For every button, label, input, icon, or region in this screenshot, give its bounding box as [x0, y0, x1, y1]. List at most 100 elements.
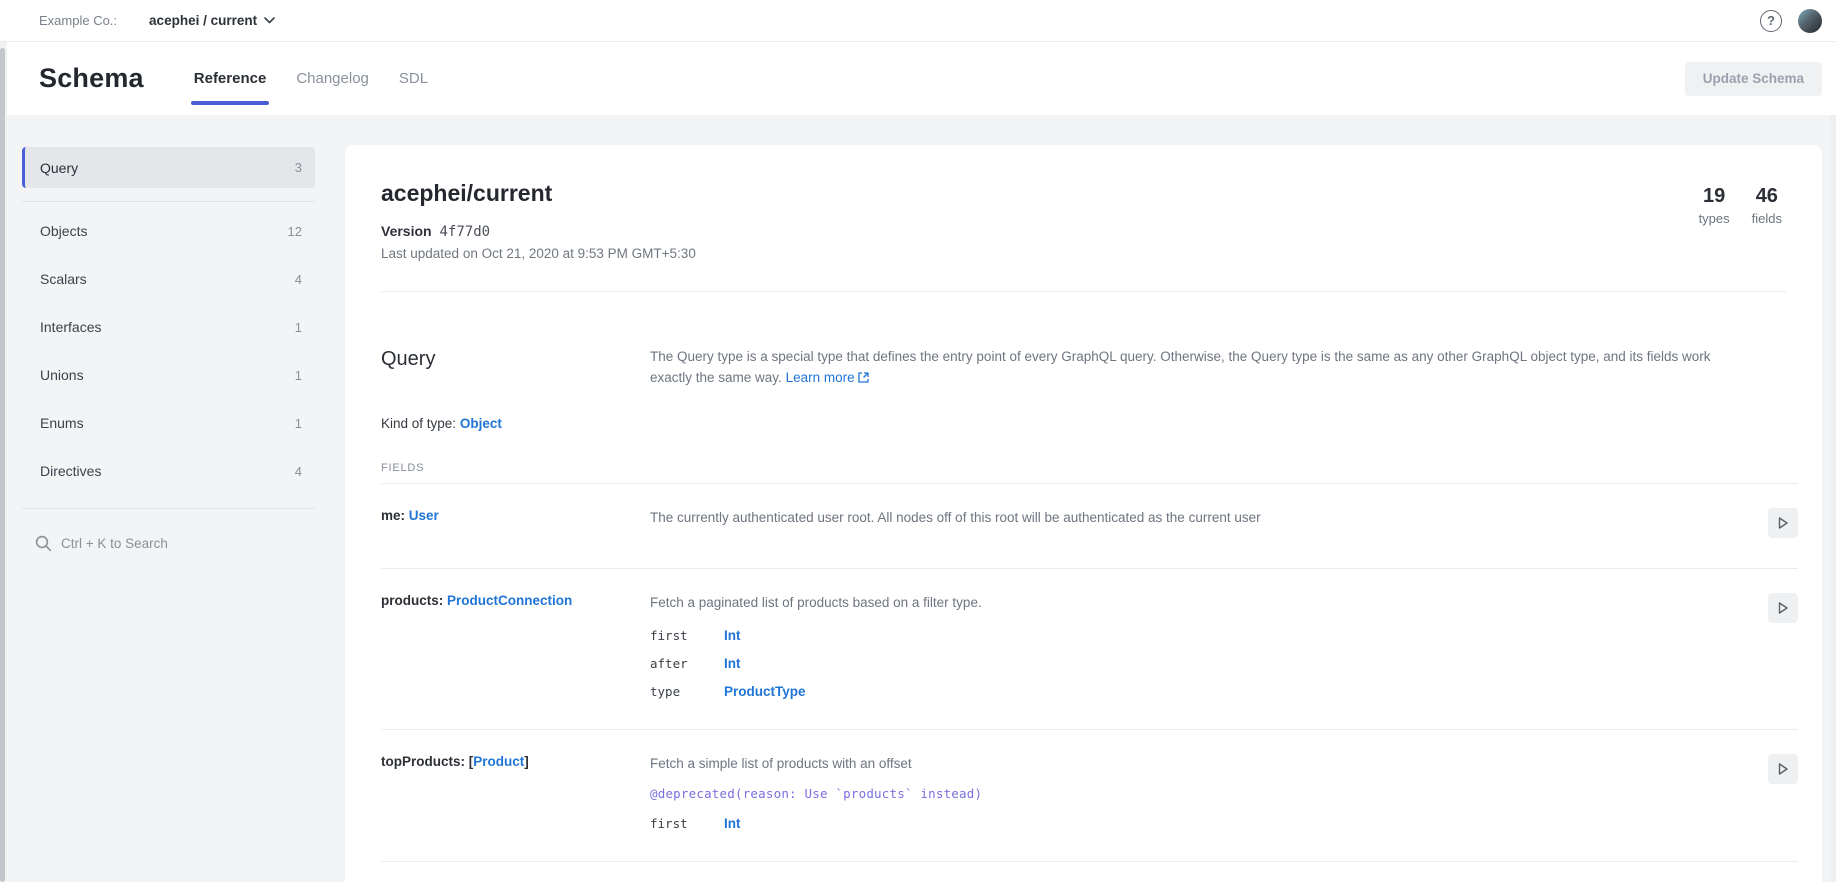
run-query-button[interactable] — [1768, 508, 1798, 538]
search-hint: Ctrl + K to Search — [61, 536, 168, 551]
help-icon[interactable]: ? — [1760, 10, 1782, 32]
stat-fields: 46 fields — [1752, 185, 1782, 226]
page-title: Schema — [39, 63, 144, 94]
sidebar-item-label: Scalars — [40, 271, 87, 287]
tab-reference[interactable]: Reference — [179, 42, 282, 115]
workspace: Query 3 Objects 12 Scalars 4 Interfaces … — [0, 115, 1836, 882]
run-query-button[interactable] — [1768, 754, 1798, 784]
schema-type-sidebar: Query 3 Objects 12 Scalars 4 Interfaces … — [22, 147, 315, 563]
sidebar-item-label: Query — [40, 160, 78, 176]
type-section-query: Query The Query type is a special type t… — [345, 292, 1822, 862]
sidebar-item-label: Unions — [40, 367, 84, 383]
graph-selector-label: acephei / current — [149, 13, 257, 28]
field-name: topProducts: [Product] — [381, 754, 650, 831]
tabs: Reference Changelog SDL — [179, 42, 443, 115]
sidebar-item-count: 1 — [295, 416, 302, 431]
sidebar-item-count: 1 — [295, 368, 302, 383]
field-details: Fetch a simple list of products with an … — [650, 754, 1764, 831]
field-args: first Int after Int type ProductType — [650, 628, 1764, 699]
sidebar-item-label: Enums — [40, 415, 84, 431]
field-row-products: products: ProductConnection Fetch a pagi… — [381, 569, 1798, 730]
arg-type-link[interactable]: Int — [724, 628, 1764, 643]
type-intro: Query The Query type is a special type t… — [381, 346, 1798, 388]
arg-name: first — [650, 628, 724, 643]
update-schema-button[interactable]: Update Schema — [1685, 62, 1822, 96]
field-name: products: ProductConnection — [381, 593, 650, 699]
tab-changelog[interactable]: Changelog — [281, 42, 384, 115]
arg-name: type — [650, 684, 724, 699]
sidebar-divider — [22, 508, 315, 509]
arg-type-link[interactable]: ProductType — [724, 684, 1764, 699]
sidebar-item-directives[interactable]: Directives 4 — [22, 447, 315, 495]
left-scrollbar[interactable] — [0, 42, 7, 882]
card-header-divider — [381, 291, 1786, 292]
deprecated-annotation: @deprecated(reason: Use `products` inste… — [650, 786, 1764, 801]
kind-value-link[interactable]: Object — [460, 416, 502, 431]
field-name: me: User — [381, 508, 650, 538]
user-avatar[interactable] — [1798, 9, 1822, 33]
arg-type-link[interactable]: Int — [724, 656, 1764, 671]
tab-sdl[interactable]: SDL — [384, 42, 443, 115]
schema-search-trigger[interactable]: Ctrl + K to Search — [22, 523, 315, 563]
chevron-down-icon — [264, 17, 275, 24]
sidebar-item-interfaces[interactable]: Interfaces 1 — [22, 303, 315, 351]
sidebar-item-count: 1 — [295, 320, 302, 335]
run-query-button[interactable] — [1768, 593, 1798, 623]
sidebar-item-scalars[interactable]: Scalars 4 — [22, 255, 315, 303]
play-icon — [1776, 516, 1790, 530]
arg-name: after — [650, 656, 724, 671]
kind-of-type-row: Kind of type: Object — [381, 416, 1798, 431]
stat-label: types — [1699, 211, 1730, 226]
field-row-topProducts: topProducts: [Product] Fetch a simple li… — [381, 730, 1798, 862]
schema-reference-card: acephei/current Version 4f77d0 Last upda… — [345, 145, 1822, 882]
stat-value: 19 — [1699, 185, 1730, 208]
play-icon — [1776, 762, 1790, 776]
stat-value: 46 — [1752, 185, 1782, 208]
field-details: The currently authenticated user root. A… — [650, 508, 1764, 538]
arg-type-link[interactable]: Int — [724, 816, 1764, 831]
sidebar-item-query[interactable]: Query 3 — [22, 147, 315, 188]
sidebar-item-count: 3 — [295, 160, 302, 175]
graph-selector-dropdown[interactable]: acephei / current — [149, 13, 275, 28]
version-label: Version — [381, 223, 432, 239]
right-scrollbar[interactable] — [1830, 115, 1836, 882]
stat-label: fields — [1752, 211, 1782, 226]
field-description: Fetch a simple list of products with an … — [650, 754, 1750, 774]
version-line: Version 4f77d0 — [381, 223, 1786, 240]
sidebar-item-count: 4 — [295, 464, 302, 479]
external-link-icon — [858, 372, 869, 383]
sidebar-item-unions[interactable]: Unions 1 — [22, 351, 315, 399]
sidebar-item-count: 4 — [295, 272, 302, 287]
field-description: The currently authenticated user root. A… — [650, 508, 1750, 528]
field-details: Fetch a paginated list of products based… — [650, 593, 1764, 699]
active-tab-underline — [191, 101, 270, 106]
kind-label: Kind of type: — [381, 416, 456, 431]
sidebar-item-objects[interactable]: Objects 12 — [22, 207, 315, 255]
field-type-link[interactable]: ProductConnection — [447, 593, 572, 608]
graph-title: acephei/current — [381, 180, 1786, 207]
sidebar-item-label: Objects — [40, 223, 87, 239]
learn-more-link[interactable]: Learn more — [786, 370, 869, 385]
graph-header: acephei/current Version 4f77d0 Last upda… — [345, 145, 1822, 292]
sidebar-item-label: Interfaces — [40, 319, 101, 335]
sidebar-item-enums[interactable]: Enums 1 — [22, 399, 315, 447]
field-type-link[interactable]: Product — [473, 754, 524, 769]
fields-section-label: FIELDS — [381, 462, 1798, 474]
org-label: Example Co.: — [39, 13, 117, 28]
topbar: Example Co.: acephei / current ? — [0, 0, 1836, 42]
sidebar-divider — [22, 201, 315, 202]
sidebar-item-label: Directives — [40, 463, 101, 479]
field-description: Fetch a paginated list of products based… — [650, 593, 1750, 613]
field-type-link[interactable]: User — [409, 508, 439, 523]
play-icon — [1776, 601, 1790, 615]
field-args: first Int — [650, 816, 1764, 831]
type-name: Query — [381, 346, 650, 388]
left-scrollbar-thumb[interactable] — [0, 48, 5, 882]
arg-name: first — [650, 816, 724, 831]
last-updated: Last updated on Oct 21, 2020 at 9:53 PM … — [381, 246, 1786, 261]
search-icon — [35, 535, 52, 552]
stat-types: 19 types — [1699, 185, 1730, 226]
type-bracket-close: ] — [524, 754, 529, 769]
schema-stats: 19 types 46 fields — [1699, 185, 1782, 226]
topbar-right: ? — [1760, 9, 1822, 33]
